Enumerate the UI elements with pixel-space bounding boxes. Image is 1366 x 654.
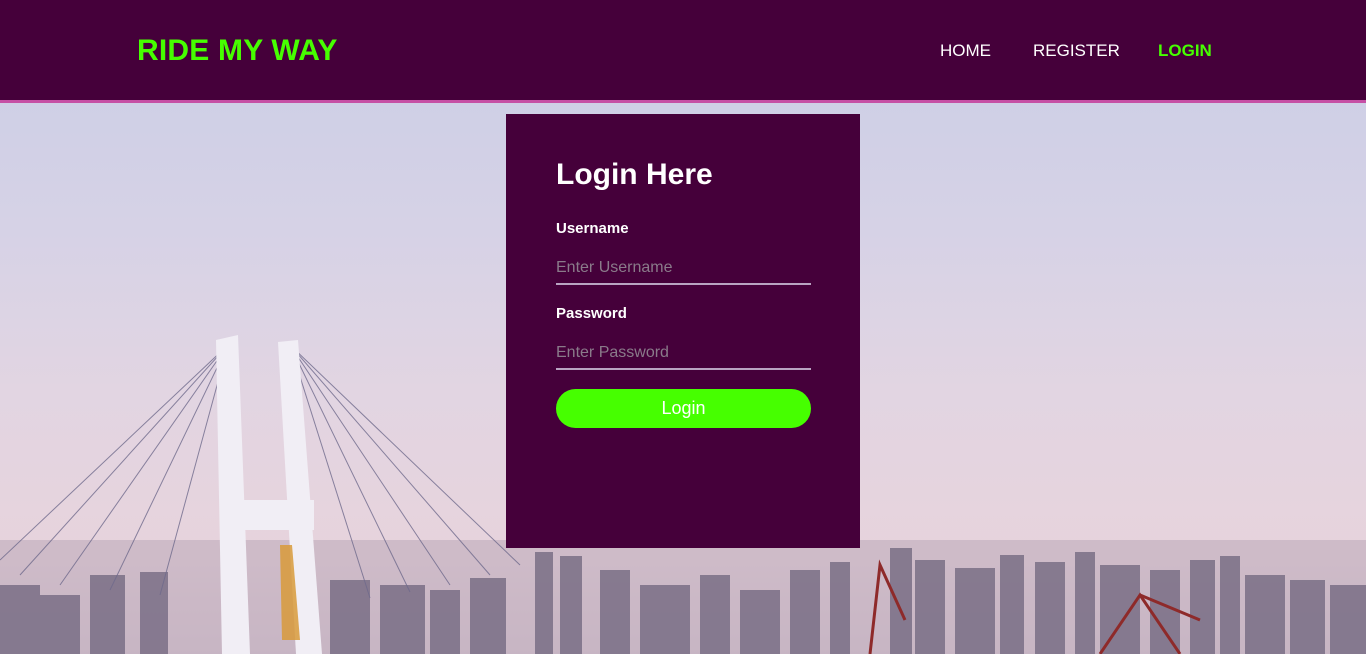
- login-button[interactable]: Login: [556, 389, 811, 428]
- nav-register-link[interactable]: REGISTER: [1033, 41, 1120, 61]
- username-input[interactable]: [556, 253, 811, 285]
- username-label: Username: [556, 220, 629, 237]
- password-label: Password: [556, 305, 627, 322]
- nav-login-link[interactable]: LOGIN: [1158, 41, 1212, 61]
- nav-home-link[interactable]: HOME: [940, 41, 991, 61]
- login-title: Login Here: [556, 158, 713, 191]
- site-header: RIDE MY WAY HOME REGISTER LOGIN: [0, 0, 1366, 103]
- login-card: Login Here Username Password Login: [506, 114, 860, 548]
- password-input[interactable]: [556, 338, 811, 370]
- main-nav: HOME REGISTER LOGIN: [0, 41, 1366, 63]
